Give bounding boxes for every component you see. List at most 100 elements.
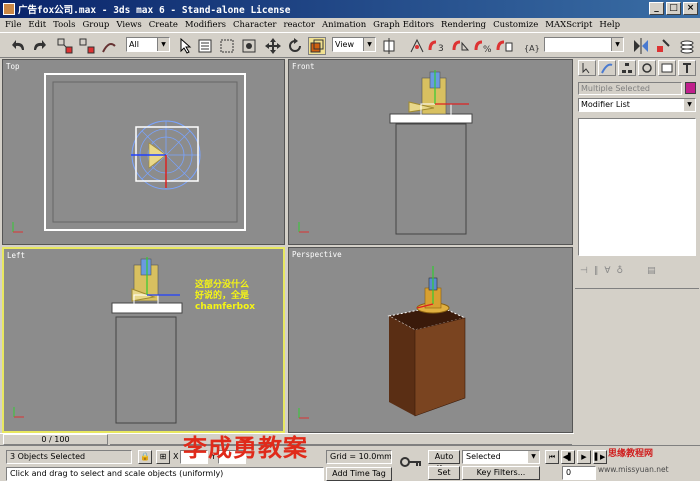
viewport-front[interactable]: Front (288, 59, 573, 245)
display-tab-icon[interactable] (658, 60, 676, 76)
menu-character[interactable]: Character (233, 20, 276, 30)
undo-icon[interactable] (10, 37, 28, 55)
set-key-button[interactable]: Set Key (428, 466, 460, 481)
mirror-icon[interactable] (632, 37, 650, 55)
viewports-area: Top Front Left Perspective (0, 58, 574, 433)
add-time-tag-button[interactable]: Add Time Tag (326, 467, 392, 481)
menu-reactor[interactable]: reactor (283, 20, 315, 30)
close-button[interactable]: × (683, 2, 698, 15)
key-mode-dropdown[interactable]: Selected ▼ (462, 450, 540, 464)
pivot-center-icon[interactable] (380, 37, 398, 55)
play-icon[interactable]: ▶ (577, 450, 591, 464)
auto-key-button[interactable]: Auto Key (428, 450, 460, 473)
spinner-snap-icon[interactable] (496, 37, 514, 55)
layer-manager-icon[interactable] (678, 37, 696, 55)
align-icon[interactable] (654, 37, 672, 55)
previous-frame-icon[interactable]: ◀▌ (561, 450, 575, 464)
show-end-result-icon[interactable]: ‖ (594, 266, 599, 276)
object-color-swatch[interactable] (685, 82, 696, 94)
utilities-tab-icon[interactable] (678, 60, 696, 76)
menu-file[interactable]: File (5, 20, 21, 30)
go-to-start-icon[interactable]: ⏮ (545, 450, 559, 464)
angle-snap-icon[interactable] (452, 37, 470, 55)
title-bar: 广告fox公司.max - 3ds max 6 - Stand-alone Li… (0, 0, 700, 18)
make-unique-icon[interactable]: ∀ (604, 266, 610, 276)
minimize-button[interactable]: _ (649, 2, 664, 15)
named-selection-dropdown[interactable]: ▼ (544, 37, 624, 52)
track-bar[interactable] (110, 434, 572, 445)
left-viewport-scene (13, 257, 183, 424)
motion-tab-icon[interactable] (638, 60, 656, 76)
window-title: 广告fox公司.max - 3ds max 6 - Stand-alone Li… (18, 5, 291, 16)
pin-stack-icon[interactable]: ⊣ (580, 266, 588, 276)
percent-snap-icon[interactable]: % (474, 37, 492, 55)
scale-icon[interactable] (308, 37, 326, 55)
redo-icon[interactable] (30, 37, 48, 55)
menu-edit[interactable]: Edit (28, 20, 46, 30)
snap-3d-icon[interactable]: 3 (428, 37, 446, 55)
create-tab-icon[interactable] (578, 60, 596, 76)
rotate-icon[interactable] (286, 37, 304, 55)
remove-modifier-icon[interactable]: ♁ (617, 266, 624, 276)
object-name-field[interactable]: Multiple Selected (578, 82, 682, 95)
author-watermark: 李成勇教案 (183, 433, 308, 462)
front-viewport-scene (298, 70, 473, 235)
annotation-note: 这部分没什么 好说的，全是 chamferbox (195, 280, 255, 313)
url-watermark: www.missyuan.net (598, 465, 669, 474)
menu-animation[interactable]: Animation (322, 20, 366, 30)
reference-coordinate-dropdown[interactable]: View ▼ (332, 37, 376, 52)
hierarchy-tab-icon[interactable] (618, 60, 636, 76)
menu-tools[interactable]: Tools (53, 20, 75, 30)
menu-modifiers[interactable]: Modifiers (185, 20, 226, 30)
modifier-stack[interactable] (578, 118, 696, 256)
menu-rendering[interactable]: Rendering (441, 20, 486, 30)
menu-views[interactable]: Views (116, 20, 141, 30)
modify-tab-icon[interactable] (598, 60, 616, 76)
perspective-viewport-scene (298, 266, 467, 419)
window-crossing-icon[interactable] (240, 37, 258, 55)
annotation-line-3: chamferbox (195, 302, 256, 312)
menu-group[interactable]: Group (82, 20, 109, 30)
stack-buttons: ⊣ ‖ ∀ ♁ ▤ (578, 263, 696, 279)
menu-bar: File Edit Tools Group Views Create Modif… (0, 18, 700, 32)
grid-size-display: Grid = 10.0mm (326, 450, 392, 464)
next-frame-icon[interactable]: ▌▶ (593, 450, 607, 464)
command-panel-tabs (578, 60, 696, 78)
rectangular-selection-icon[interactable] (218, 37, 236, 55)
menu-customize[interactable]: Customize (493, 20, 538, 30)
viewport-top[interactable]: Top (2, 59, 285, 245)
lock-selection-icon[interactable]: 🔒 (138, 450, 152, 464)
modifier-list-dropdown[interactable]: Modifier List ▼ (578, 98, 696, 112)
main-toolbar: All ▼ View ▼ 3 % {A} ▼ (0, 32, 700, 58)
site-watermark: 思缘教程网 (608, 449, 654, 459)
menu-create[interactable]: Create (149, 20, 178, 30)
viewport-left[interactable]: Left (2, 247, 285, 433)
svg-text:%: % (483, 45, 492, 54)
viewport-perspective[interactable]: Perspective (288, 247, 573, 433)
menu-graph-editors[interactable]: Graph Editors (373, 20, 434, 30)
menu-help[interactable]: Help (599, 20, 620, 30)
selection-count: 3 Objects Selected (6, 450, 132, 464)
time-slider[interactable]: 0 / 100 (3, 434, 108, 445)
unlink-selection-icon[interactable] (78, 37, 96, 55)
selection-filter-dropdown[interactable]: All ▼ (126, 37, 170, 52)
set-key-mode-icon[interactable] (400, 454, 422, 474)
annotation-line-1: 这部分没什么 (195, 280, 250, 290)
current-frame-field[interactable]: 0 (562, 466, 596, 480)
app-icon (3, 3, 15, 15)
prompt-line: Click and drag to select and scale objec… (6, 467, 324, 481)
maximize-button[interactable]: □ (666, 2, 681, 15)
status-bar: 3 Objects Selected Click and drag to sel… (0, 445, 700, 481)
key-filters-button[interactable]: Key Filters... (462, 466, 540, 480)
select-by-name-icon[interactable] (196, 37, 214, 55)
select-and-link-icon[interactable] (56, 37, 74, 55)
select-object-icon[interactable] (176, 37, 194, 55)
move-icon[interactable] (264, 37, 282, 55)
bind-to-space-warp-icon[interactable] (100, 37, 118, 55)
menu-maxscript[interactable]: MAXScript (545, 20, 592, 30)
configure-modifier-sets-icon[interactable]: ▤ (647, 266, 656, 276)
x-coordinate-label: X (173, 452, 179, 461)
select-and-manipulate-icon[interactable] (408, 37, 426, 55)
absolute-mode-icon[interactable]: ⊞ (156, 450, 170, 464)
edit-named-selection-icon[interactable]: {A} (522, 37, 540, 55)
